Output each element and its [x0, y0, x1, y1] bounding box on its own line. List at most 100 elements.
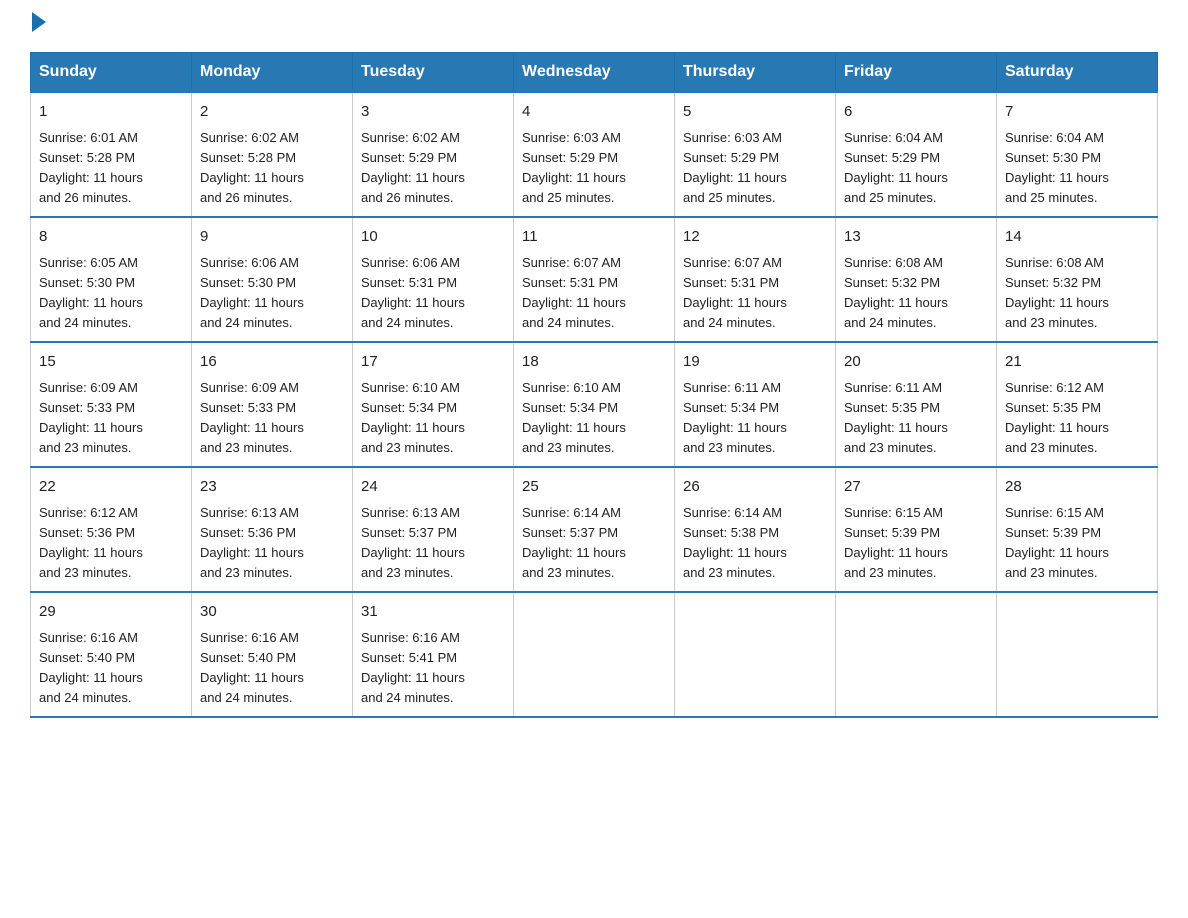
- day-number: 7: [1005, 101, 1149, 124]
- day-cell: 16Sunrise: 6:09 AMSunset: 5:33 PMDayligh…: [192, 342, 353, 467]
- day-number: 2: [200, 101, 344, 124]
- day-info: Sunrise: 6:15 AMSunset: 5:39 PMDaylight:…: [844, 503, 988, 584]
- day-info: Sunrise: 6:08 AMSunset: 5:32 PMDaylight:…: [844, 253, 988, 334]
- day-number: 31: [361, 601, 505, 624]
- day-number: 23: [200, 476, 344, 499]
- day-cell: 8 Sunrise: 6:05 AMSunset: 5:30 PMDaylight…: [31, 217, 192, 342]
- header-sunday: Sunday: [31, 53, 192, 93]
- day-number: 29: [39, 601, 183, 624]
- day-cell: 14 Sunrise: 6:08 AMSunset: 5:32 PMDayligh…: [997, 217, 1158, 342]
- day-info: Sunrise: 6:07 AMSunset: 5:31 PMDaylight:…: [522, 253, 666, 334]
- day-info: Sunrise: 6:03 AMSunset: 5:29 PMDaylight:…: [522, 128, 666, 209]
- day-number: 19: [683, 351, 827, 374]
- day-number: 28: [1005, 476, 1149, 499]
- day-number: 14: [1005, 226, 1149, 249]
- day-number: 17: [361, 351, 505, 374]
- day-cell: 22 Sunrise: 6:12 AMSunset: 5:36 PMDayligh…: [31, 467, 192, 592]
- week-row-4: 22 Sunrise: 6:12 AMSunset: 5:36 PMDayligh…: [31, 467, 1158, 592]
- day-cell: 28 Sunrise: 6:15 AMSunset: 5:39 PMDayligh…: [997, 467, 1158, 592]
- day-info: Sunrise: 6:14 AMSunset: 5:37 PMDaylight:…: [522, 503, 666, 584]
- header-thursday: Thursday: [675, 53, 836, 93]
- day-number: 3: [361, 101, 505, 124]
- day-cell: 18 Sunrise: 6:10 AMSunset: 5:34 PMDayligh…: [514, 342, 675, 467]
- day-info: Sunrise: 6:09 AMSunset: 5:33 PMDaylight:…: [39, 378, 183, 459]
- day-cell: 31 Sunrise: 6:16 AMSunset: 5:41 PMDayligh…: [353, 592, 514, 717]
- header-tuesday: Tuesday: [353, 53, 514, 93]
- day-info: Sunrise: 6:07 AMSunset: 5:31 PMDaylight:…: [683, 253, 827, 334]
- day-info: Sunrise: 6:13 AMSunset: 5:37 PMDaylight:…: [361, 503, 505, 584]
- day-number: 13: [844, 226, 988, 249]
- day-info: Sunrise: 6:16 AMSunset: 5:40 PMDaylight:…: [200, 628, 344, 709]
- day-cell: 6Sunrise: 6:04 AMSunset: 5:29 PMDaylight…: [836, 92, 997, 217]
- day-cell: 24 Sunrise: 6:13 AMSunset: 5:37 PMDayligh…: [353, 467, 514, 592]
- day-info: Sunrise: 6:09 AMSunset: 5:33 PMDaylight:…: [200, 378, 344, 459]
- day-info: Sunrise: 6:13 AMSunset: 5:36 PMDaylight:…: [200, 503, 344, 584]
- day-number: 27: [844, 476, 988, 499]
- day-cell: 1Sunrise: 6:01 AMSunset: 5:28 PMDaylight…: [31, 92, 192, 217]
- day-cell: [514, 592, 675, 717]
- day-number: 9: [200, 226, 344, 249]
- header-wednesday: Wednesday: [514, 53, 675, 93]
- day-cell: 11 Sunrise: 6:07 AMSunset: 5:31 PMDayligh…: [514, 217, 675, 342]
- day-cell: 15 Sunrise: 6:09 AMSunset: 5:33 PMDayligh…: [31, 342, 192, 467]
- day-number: 21: [1005, 351, 1149, 374]
- day-info: Sunrise: 6:02 AMSunset: 5:29 PMDaylight:…: [361, 128, 505, 209]
- day-number: 30: [200, 601, 344, 624]
- page-header: [30, 20, 1158, 32]
- day-cell: 3 Sunrise: 6:02 AMSunset: 5:29 PMDaylight…: [353, 92, 514, 217]
- day-cell: [997, 592, 1158, 717]
- day-info: Sunrise: 6:01 AMSunset: 5:28 PMDaylight:…: [39, 128, 183, 209]
- day-cell: 17 Sunrise: 6:10 AMSunset: 5:34 PMDayligh…: [353, 342, 514, 467]
- day-cell: 25 Sunrise: 6:14 AMSunset: 5:37 PMDayligh…: [514, 467, 675, 592]
- day-info: Sunrise: 6:06 AMSunset: 5:31 PMDaylight:…: [361, 253, 505, 334]
- day-info: Sunrise: 6:16 AMSunset: 5:41 PMDaylight:…: [361, 628, 505, 709]
- day-cell: 23 Sunrise: 6:13 AMSunset: 5:36 PMDayligh…: [192, 467, 353, 592]
- day-number: 18: [522, 351, 666, 374]
- day-cell: 5 Sunrise: 6:03 AMSunset: 5:29 PMDaylight…: [675, 92, 836, 217]
- day-number: 26: [683, 476, 827, 499]
- calendar-table: SundayMondayTuesdayWednesdayThursdayFrid…: [30, 52, 1158, 718]
- day-number: 25: [522, 476, 666, 499]
- day-number: 24: [361, 476, 505, 499]
- logo-arrow-icon: [32, 12, 46, 32]
- day-info: Sunrise: 6:10 AMSunset: 5:34 PMDaylight:…: [361, 378, 505, 459]
- day-number: 20: [844, 351, 988, 374]
- day-cell: [836, 592, 997, 717]
- header-saturday: Saturday: [997, 53, 1158, 93]
- day-info: Sunrise: 6:12 AMSunset: 5:35 PMDaylight:…: [1005, 378, 1149, 459]
- day-cell: 10Sunrise: 6:06 AMSunset: 5:31 PMDayligh…: [353, 217, 514, 342]
- day-info: Sunrise: 6:04 AMSunset: 5:29 PMDaylight:…: [844, 128, 988, 209]
- day-number: 12: [683, 226, 827, 249]
- day-info: Sunrise: 6:11 AMSunset: 5:35 PMDaylight:…: [844, 378, 988, 459]
- day-cell: 20 Sunrise: 6:11 AMSunset: 5:35 PMDayligh…: [836, 342, 997, 467]
- day-info: Sunrise: 6:14 AMSunset: 5:38 PMDaylight:…: [683, 503, 827, 584]
- day-number: 22: [39, 476, 183, 499]
- week-row-3: 15 Sunrise: 6:09 AMSunset: 5:33 PMDayligh…: [31, 342, 1158, 467]
- day-info: Sunrise: 6:05 AMSunset: 5:30 PMDaylight:…: [39, 253, 183, 334]
- day-info: Sunrise: 6:02 AMSunset: 5:28 PMDaylight:…: [200, 128, 344, 209]
- day-number: 8: [39, 226, 183, 249]
- day-info: Sunrise: 6:12 AMSunset: 5:36 PMDaylight:…: [39, 503, 183, 584]
- day-number: 5: [683, 101, 827, 124]
- day-info: Sunrise: 6:16 AMSunset: 5:40 PMDaylight:…: [39, 628, 183, 709]
- day-info: Sunrise: 6:11 AMSunset: 5:34 PMDaylight:…: [683, 378, 827, 459]
- day-cell: 4Sunrise: 6:03 AMSunset: 5:29 PMDaylight…: [514, 92, 675, 217]
- day-info: Sunrise: 6:03 AMSunset: 5:29 PMDaylight:…: [683, 128, 827, 209]
- day-cell: 9 Sunrise: 6:06 AMSunset: 5:30 PMDaylight…: [192, 217, 353, 342]
- day-cell: 30 Sunrise: 6:16 AMSunset: 5:40 PMDayligh…: [192, 592, 353, 717]
- day-info: Sunrise: 6:15 AMSunset: 5:39 PMDaylight:…: [1005, 503, 1149, 584]
- day-cell: 27 Sunrise: 6:15 AMSunset: 5:39 PMDayligh…: [836, 467, 997, 592]
- day-number: 11: [522, 226, 666, 249]
- week-row-2: 8 Sunrise: 6:05 AMSunset: 5:30 PMDaylight…: [31, 217, 1158, 342]
- day-info: Sunrise: 6:06 AMSunset: 5:30 PMDaylight:…: [200, 253, 344, 334]
- day-cell: 13 Sunrise: 6:08 AMSunset: 5:32 PMDayligh…: [836, 217, 997, 342]
- day-cell: 21 Sunrise: 6:12 AMSunset: 5:35 PMDayligh…: [997, 342, 1158, 467]
- day-cell: 2 Sunrise: 6:02 AMSunset: 5:28 PMDaylight…: [192, 92, 353, 217]
- day-info: Sunrise: 6:04 AMSunset: 5:30 PMDaylight:…: [1005, 128, 1149, 209]
- week-row-1: 1Sunrise: 6:01 AMSunset: 5:28 PMDaylight…: [31, 92, 1158, 217]
- day-info: Sunrise: 6:10 AMSunset: 5:34 PMDaylight:…: [522, 378, 666, 459]
- logo: [30, 20, 46, 32]
- day-cell: 29 Sunrise: 6:16 AMSunset: 5:40 PMDayligh…: [31, 592, 192, 717]
- day-number: 15: [39, 351, 183, 374]
- day-info: Sunrise: 6:08 AMSunset: 5:32 PMDaylight:…: [1005, 253, 1149, 334]
